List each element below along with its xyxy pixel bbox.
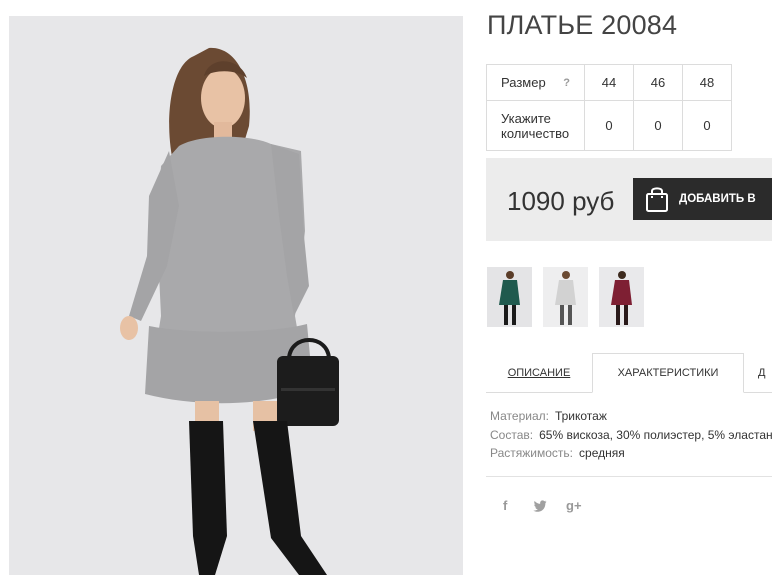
spec-value: Трикотаж — [554, 409, 607, 423]
size-option-48: 48 — [682, 64, 732, 101]
add-to-cart-button[interactable]: ДОБАВИТЬ В — [633, 178, 772, 220]
quantity-input-48[interactable]: 0 — [682, 100, 732, 151]
section-divider — [486, 476, 772, 477]
tab-description[interactable]: ОПИСАНИЕ — [486, 353, 592, 393]
variant-burgundy-image — [599, 267, 644, 327]
variant-gray-image — [543, 267, 588, 327]
size-label-cell: Размер ? — [486, 64, 585, 101]
variant-thumb-burgundy[interactable] — [599, 267, 644, 327]
facebook-icon[interactable]: f — [503, 498, 507, 513]
spec-key: Состав: — [490, 427, 534, 442]
quantity-input-44[interactable]: 0 — [584, 100, 634, 151]
price-box: 1090 руб ДОБАВИТЬ В — [486, 158, 772, 241]
tab-characteristics[interactable]: ХАРАКТЕРИСТИКИ — [592, 353, 744, 393]
product-price: 1090 руб — [507, 186, 615, 216]
variant-thumb-green[interactable] — [487, 267, 532, 327]
google-plus-icon[interactable]: g+ — [566, 498, 582, 513]
variant-green-image — [487, 267, 532, 327]
twitter-icon[interactable] — [533, 500, 547, 515]
tab-delivery[interactable]: Д — [758, 353, 772, 393]
characteristics-list: Материал: Трикотаж Состав: 65% вискоза, 30… — [490, 409, 772, 465]
spec-value: средняя — [579, 446, 625, 460]
size-row: Размер ? 44 46 48 — [486, 64, 732, 101]
spec-value: 65% вискоза, 30% полиэстер, 5% эластан — [539, 427, 772, 442]
size-quantity-table: Размер ? 44 46 48 Укажите количество 0 0… — [486, 64, 732, 151]
quantity-label-cell: Укажите количество — [486, 100, 585, 151]
shopping-bag-icon — [646, 187, 668, 212]
quantity-row: Укажите количество 0 0 0 — [486, 100, 732, 151]
product-tabs: ОПИСАНИЕ ХАРАКТЕРИСТИКИ Д — [486, 353, 772, 393]
quantity-label: Укажите количество — [501, 110, 570, 141]
help-icon[interactable]: ? — [563, 77, 570, 89]
size-option-46: 46 — [633, 64, 683, 101]
variant-thumb-gray[interactable] — [543, 267, 588, 327]
spec-row-material: Материал: Трикотаж — [490, 409, 772, 428]
spec-row-composition: Состав: 65% вискоза, 30% полиэстер, 5% эл… — [490, 428, 772, 447]
size-label: Размер — [501, 75, 546, 90]
spec-row-stretch: Растяжимость: средняя — [490, 446, 772, 465]
spec-key: Растяжимость: — [490, 446, 574, 460]
product-title: ПЛАТЬЕ 20084 — [487, 10, 678, 40]
add-to-cart-label: ДОБАВИТЬ В — [679, 193, 756, 205]
twitter-bird-icon — [533, 500, 547, 512]
model-illustration — [9, 16, 463, 575]
quantity-input-46[interactable]: 0 — [633, 100, 683, 151]
spec-key: Материал: — [490, 409, 549, 423]
size-option-44: 44 — [584, 64, 634, 101]
product-main-image[interactable] — [9, 16, 463, 575]
